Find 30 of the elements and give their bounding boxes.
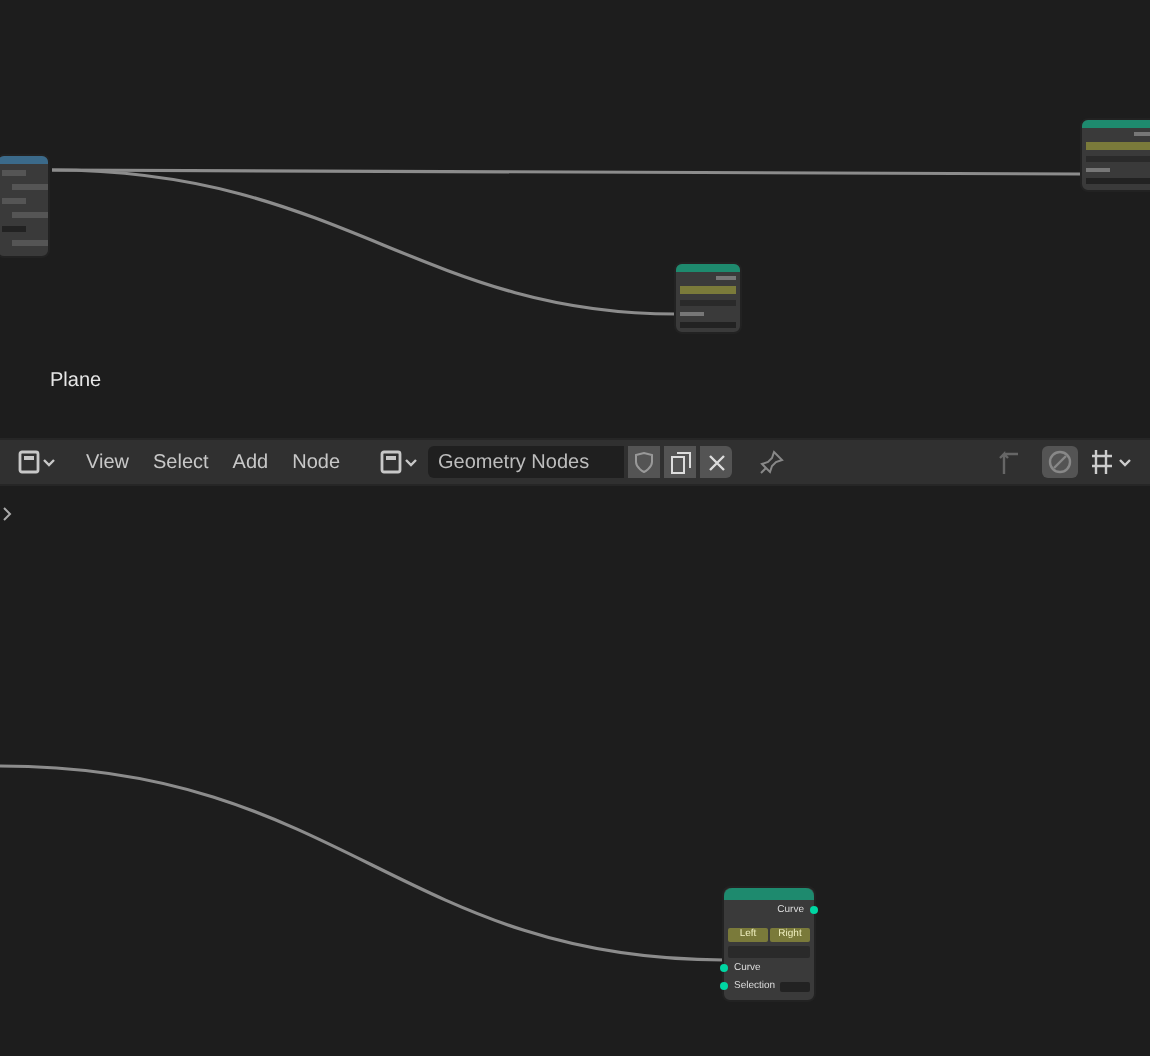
menu-item[interactable]: Select — [147, 447, 215, 477]
pin-icon[interactable] — [760, 450, 784, 474]
duplicate-button[interactable] — [664, 446, 696, 478]
menu-item[interactable]: View — [80, 447, 135, 477]
dropdown-field[interactable] — [728, 945, 810, 957]
node-card[interactable] — [0, 154, 50, 258]
node-tree-field[interactable]: Geometry Nodes — [428, 446, 624, 478]
copy-icon — [669, 451, 691, 473]
editor-type-icon[interactable] — [16, 448, 56, 476]
node-header — [1082, 120, 1150, 128]
close-button[interactable] — [700, 446, 732, 478]
node-header — [676, 264, 740, 272]
node-header — [724, 888, 814, 900]
node-card[interactable] — [1080, 118, 1150, 192]
node-header — [0, 156, 48, 164]
shield-icon — [634, 451, 654, 473]
menu-item[interactable]: Node — [286, 447, 346, 477]
overlay-icon — [1048, 450, 1072, 474]
object-label: Plane — [50, 368, 102, 396]
value-field[interactable] — [779, 982, 810, 993]
node-toggle — [1086, 142, 1150, 150]
fake-user-button[interactable] — [628, 446, 660, 478]
menu-item[interactable]: Add — [226, 447, 275, 477]
node-toggle — [680, 286, 736, 294]
sidebar-toggle-icon[interactable] — [2, 506, 12, 522]
node-card[interactable] — [674, 262, 742, 334]
close-icon — [707, 453, 725, 471]
editor-type-icon[interactable] — [378, 448, 418, 476]
snap-icon[interactable] — [1090, 448, 1134, 476]
overlay-toggle[interactable] — [1042, 446, 1078, 478]
